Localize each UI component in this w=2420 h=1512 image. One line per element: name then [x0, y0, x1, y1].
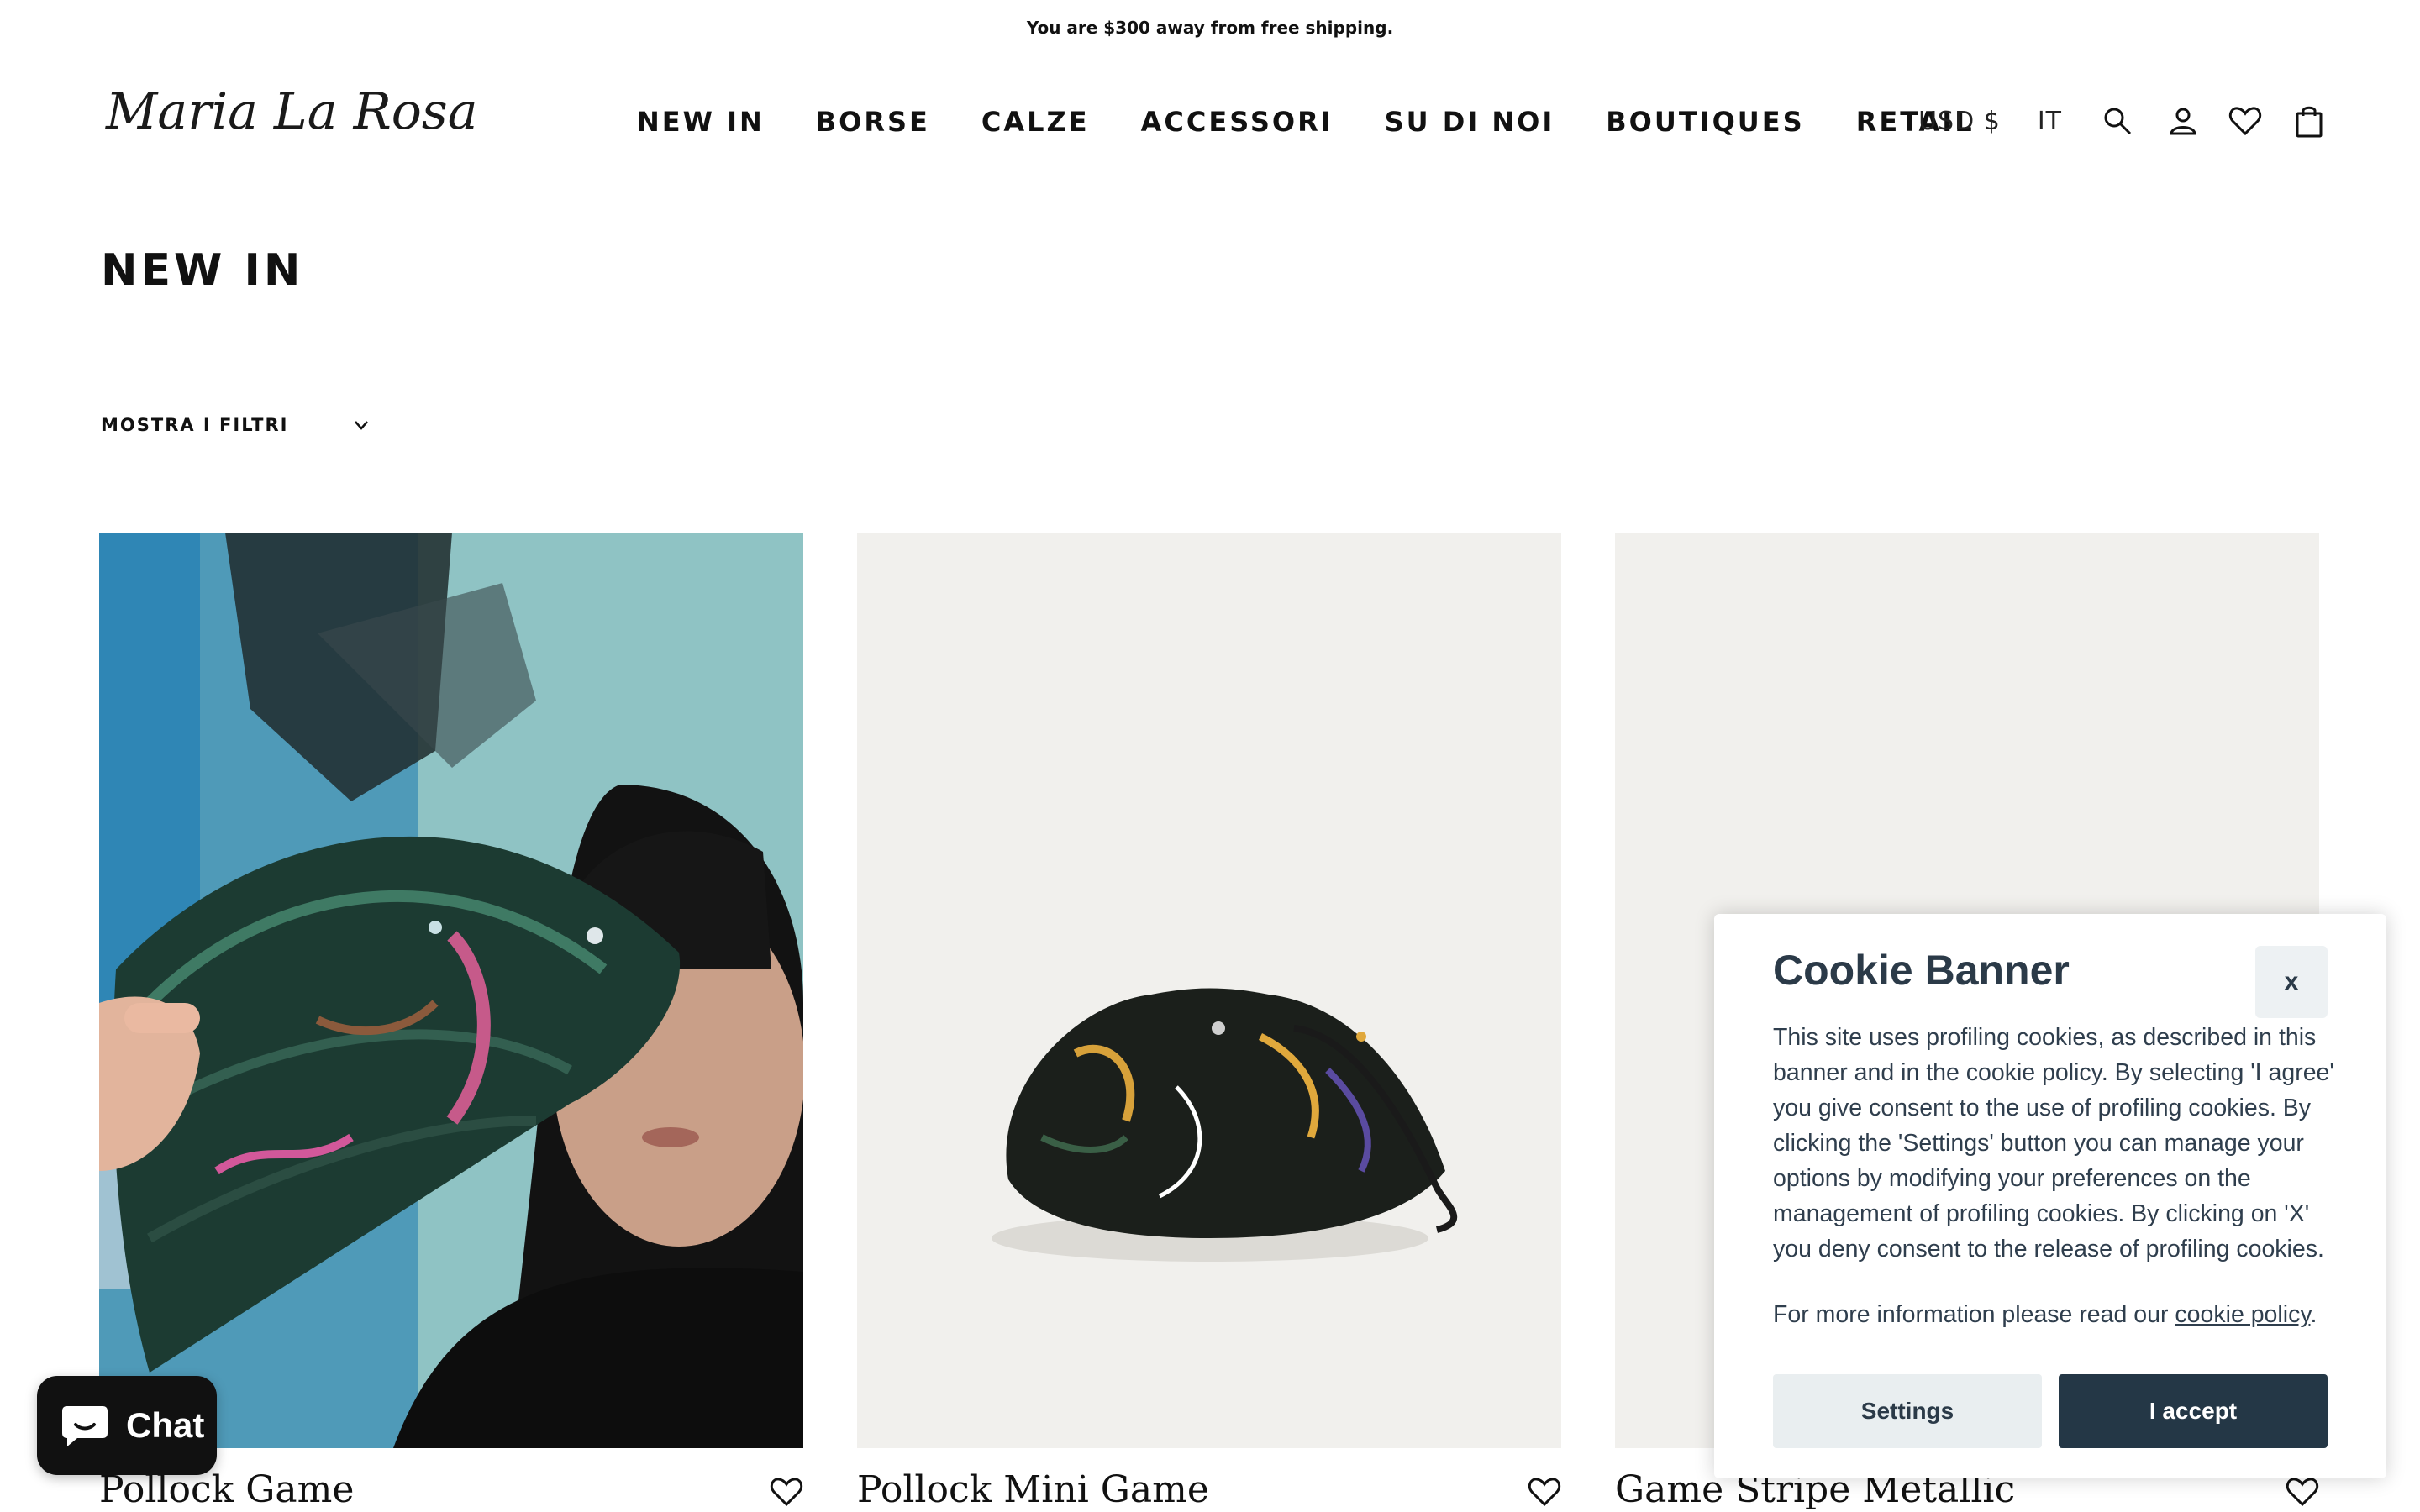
chat-label: Chat	[126, 1405, 205, 1445]
page-title: NEW IN	[101, 245, 304, 296]
product-image[interactable]	[99, 533, 803, 1448]
product-image[interactable]	[857, 533, 1561, 1448]
cookie-banner: Cookie Banner x This site uses profiling…	[1714, 914, 2386, 1478]
nav-item-accessori[interactable]: ACCESSORI	[1141, 106, 1334, 138]
chat-button[interactable]: Chat	[37, 1376, 217, 1475]
search-icon[interactable]	[2101, 104, 2134, 138]
heart-icon[interactable]	[1528, 1477, 1561, 1510]
cookie-banner-title: Cookie Banner	[1773, 947, 2070, 994]
heart-icon[interactable]	[2286, 1477, 2319, 1510]
show-filters-toggle[interactable]: MOSTRA I FILTRI	[101, 415, 371, 435]
cookie-close-button[interactable]: x	[2255, 946, 2328, 1018]
nav-item-calze[interactable]: CALZE	[981, 106, 1090, 138]
shopping-bag-icon[interactable]	[2292, 104, 2326, 138]
language-selector[interactable]: IT	[2038, 107, 2062, 136]
nav-item-su-di-noi[interactable]: SU DI NOI	[1385, 106, 1555, 138]
nav-item-boutiques[interactable]: BOUTIQUES	[1606, 106, 1804, 138]
cookie-accept-button[interactable]: I accept	[2059, 1374, 2328, 1448]
cookie-banner-body: This site uses profiling cookies, as des…	[1773, 1024, 2334, 1263]
cookie-more-info: For more information please read our coo…	[1773, 1297, 2361, 1332]
cookie-more-suffix: .	[2310, 1301, 2317, 1328]
product-card[interactable]: Pollock Game	[99, 533, 803, 1511]
brand-logo[interactable]: Maria La Rosa	[106, 82, 477, 141]
currency-selector[interactable]: USD $	[1918, 107, 2001, 136]
account-icon[interactable]	[2166, 104, 2200, 138]
filter-toggle-label: MOSTRA I FILTRI	[101, 415, 289, 435]
announcement-bar: You are $300 away from free shipping.	[1026, 18, 1394, 38]
cookie-more-prefix: For more information please read our	[1773, 1301, 2175, 1328]
nav-item-new-in[interactable]: NEW IN	[637, 106, 765, 138]
main-navigation: NEW IN BORSE CALZE ACCESSORI SU DI NOI B…	[637, 106, 1975, 138]
header-utilities: USD $ IT	[1918, 104, 2326, 138]
chat-bubble-icon	[62, 1406, 108, 1446]
chevron-down-icon	[352, 416, 371, 434]
cookie-policy-link[interactable]: cookie policy	[2175, 1301, 2310, 1328]
wishlist-heart-icon[interactable]	[2228, 104, 2262, 138]
nav-item-borse[interactable]: BORSE	[816, 106, 930, 138]
heart-icon[interactable]	[770, 1477, 803, 1510]
cookie-settings-button[interactable]: Settings	[1773, 1374, 2042, 1448]
product-name[interactable]: Pollock Mini Game	[857, 1468, 1209, 1511]
product-card[interactable]: Pollock Mini Game	[857, 533, 1561, 1511]
